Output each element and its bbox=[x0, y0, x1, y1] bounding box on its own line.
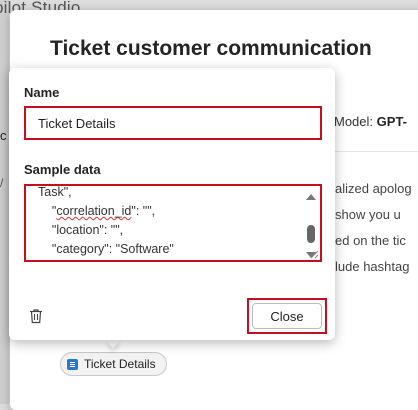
chip-label: Ticket Details bbox=[84, 357, 156, 371]
background-left-mark: / bbox=[0, 176, 4, 190]
code-line: Task", bbox=[38, 185, 72, 199]
name-input[interactable] bbox=[38, 115, 298, 131]
prompt-line: show you u bbox=[335, 207, 401, 222]
close-button-highlight: Close bbox=[247, 298, 327, 334]
sample-data-code: Task", "correlation_id": "", "location":… bbox=[38, 185, 174, 262]
prompt-text[interactable]: alized apolog show you u ed on the tic l… bbox=[335, 176, 412, 280]
code-line: "category": "Software" bbox=[38, 242, 174, 256]
sample-data-label: Sample data bbox=[24, 162, 101, 177]
model-label: Model: bbox=[334, 114, 374, 129]
input-popover: Name Sample data Task", "correlation_id"… bbox=[9, 68, 335, 340]
code-line: "correlation_id": "", bbox=[38, 204, 156, 218]
model-indicator[interactable]: Model: GPT- bbox=[334, 114, 407, 129]
code-line: "location": "", bbox=[38, 223, 124, 237]
resize-handle-icon[interactable] bbox=[310, 250, 319, 259]
scrollbar-thumb[interactable] bbox=[307, 225, 315, 243]
document-icon bbox=[67, 358, 78, 370]
input-chip-ticket-details[interactable]: Ticket Details bbox=[60, 352, 167, 376]
prompt-line: ed on the tic bbox=[335, 233, 406, 248]
code-line: } bbox=[38, 261, 42, 262]
scroll-up-icon[interactable] bbox=[306, 194, 316, 200]
trash-icon[interactable] bbox=[29, 308, 43, 324]
prompt-line: lude hashtag bbox=[335, 259, 410, 274]
prompt-line: alized apolog bbox=[335, 181, 412, 196]
sample-data-textarea[interactable]: Task", "correlation_id": "", "location":… bbox=[24, 184, 322, 262]
name-field-highlight bbox=[24, 106, 322, 140]
background-left-strip: c / bbox=[0, 0, 9, 404]
background-left-char: c bbox=[0, 128, 7, 143]
name-label: Name bbox=[24, 85, 60, 100]
model-value: GPT- bbox=[376, 114, 407, 129]
dialog-title: Ticket customer communication bbox=[50, 37, 372, 60]
close-button[interactable]: Close bbox=[252, 303, 322, 329]
